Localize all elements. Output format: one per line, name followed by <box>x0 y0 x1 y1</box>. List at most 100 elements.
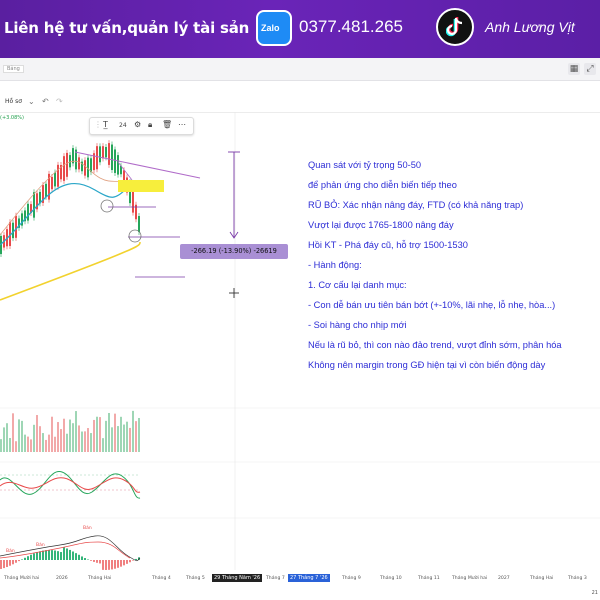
candle <box>120 162 122 178</box>
sell-signal-label: Bán <box>6 549 15 554</box>
time-axis[interactable]: Tháng Mười hai 2026 Tháng Hai Tháng 4 Th… <box>0 574 600 586</box>
macd-bar <box>60 552 62 560</box>
volume-bar <box>102 438 104 452</box>
note-line: - Con dễ bán ưu tiên bán bớt (+-10%, lãi… <box>308 300 556 310</box>
candle <box>138 213 140 235</box>
more-icon[interactable]: ⋯ <box>178 120 186 129</box>
candle <box>96 143 98 173</box>
macd-bar <box>99 560 101 564</box>
volume-bar <box>51 416 53 452</box>
macd-bar <box>3 560 5 569</box>
volume-bar <box>132 410 134 452</box>
drag-handle-icon[interactable]: ⋮ <box>94 120 102 129</box>
settings-icon[interactable]: ⚙ <box>134 120 141 129</box>
candle <box>87 154 89 181</box>
volume-bar <box>36 415 38 452</box>
chevron-down-icon[interactable]: ⌄ <box>28 97 35 106</box>
macd-bar <box>57 551 59 560</box>
profile-dropdown[interactable]: Hồ sơ <box>5 98 22 105</box>
macd-bar <box>132 560 134 561</box>
macd-bar <box>93 560 95 562</box>
delete-icon[interactable]: 🗑︎ <box>162 120 172 129</box>
volume-bar <box>138 417 140 452</box>
volume-bar <box>45 439 47 452</box>
fullscreen-icon[interactable]: ⤢ <box>584 63 596 75</box>
candle <box>69 152 71 171</box>
note-line: Vượt lại được 1765-1800 nâng đáy <box>308 220 454 230</box>
selected-date-label: 27 Tháng 7 '26 <box>288 574 330 582</box>
candle <box>132 184 134 216</box>
sell-signal-label: Bán <box>83 526 92 531</box>
candle <box>102 143 104 162</box>
time-label: Tháng 3 <box>568 576 587 581</box>
drawing-toolbar: ⋮ T̲ 24 ⚙ 🔒︎ 🗑︎ ⋯ <box>89 117 194 135</box>
macd-bar <box>114 560 116 569</box>
volume-bar <box>63 418 65 452</box>
candle <box>66 149 68 180</box>
volume-bar <box>12 413 14 452</box>
candle <box>117 152 119 178</box>
macd-bar <box>27 556 29 560</box>
candle <box>60 161 62 183</box>
volume-bar <box>93 419 95 452</box>
volume-bar <box>75 411 77 452</box>
time-label: Tháng 11 <box>418 576 440 581</box>
candle <box>126 174 128 196</box>
macd-bar <box>135 558 137 560</box>
lock-icon[interactable]: 🔒︎ <box>148 120 152 130</box>
volume-bar <box>66 433 68 452</box>
text-tool-icon[interactable]: T̲ <box>103 120 108 129</box>
redo-icon[interactable]: ↷ <box>56 97 63 106</box>
macd-bar <box>138 557 140 560</box>
time-label: Tháng 4 <box>152 576 171 581</box>
highlight-zone <box>118 180 164 192</box>
tiktok-icon[interactable] <box>436 8 474 46</box>
candle <box>42 182 44 206</box>
volume-bar <box>117 426 119 452</box>
chart-toolbar: Hồ sơ ⌄ ↶ ↷ <box>0 94 600 113</box>
candle <box>24 207 26 225</box>
trendline-top <box>74 151 201 179</box>
volume-bar <box>96 416 98 452</box>
macd-bar <box>24 557 26 560</box>
volume-bar <box>6 423 8 452</box>
oscillator-line-2 <box>0 477 141 493</box>
tab-chart[interactable]: Bảng <box>3 65 24 73</box>
candle <box>0 232 2 258</box>
candle <box>21 210 23 229</box>
macd-bar <box>117 560 119 568</box>
volume-bar <box>87 428 89 452</box>
candles-group <box>0 140 140 258</box>
font-size-value[interactable]: 24 <box>119 122 127 129</box>
marker-circle <box>128 229 142 243</box>
volume-bar <box>57 422 59 452</box>
candle <box>78 154 80 173</box>
note-line: Hồi KT - Phá đáy cũ, hỗ trợ 1500-1530 <box>308 240 468 250</box>
time-label: Tháng 9 <box>342 576 361 581</box>
note-line: - Hành động: <box>308 260 362 270</box>
layout-grid-icon[interactable]: ▦ <box>568 63 580 75</box>
volume-bar <box>114 413 116 452</box>
candle <box>15 212 17 241</box>
phone-number: 0377.481.265 <box>299 17 403 36</box>
marker-circle <box>100 199 114 213</box>
macd-bar <box>66 548 68 560</box>
price-change: (+3.08%) <box>0 115 24 121</box>
zalo-icon[interactable]: Zalo <box>256 10 292 46</box>
volume-bar <box>60 429 62 452</box>
macd-bar <box>54 550 56 560</box>
macd-bar <box>21 559 23 560</box>
undo-icon[interactable]: ↶ <box>42 97 49 106</box>
note-line: RŨ BỎ: Xác nhận nâng đáy, FTD (có khả nă… <box>308 200 524 210</box>
macd-bar <box>78 554 80 560</box>
candle <box>6 226 8 250</box>
macd-bar <box>63 547 65 560</box>
volume-bar <box>48 434 50 452</box>
macd-bar <box>87 559 89 560</box>
scale-number: 21 <box>591 590 598 596</box>
volume-bar <box>15 441 17 452</box>
macd-histogram <box>0 547 140 570</box>
macd-bar <box>0 560 2 569</box>
volume-bar <box>81 431 83 452</box>
macd-bar <box>42 550 44 560</box>
